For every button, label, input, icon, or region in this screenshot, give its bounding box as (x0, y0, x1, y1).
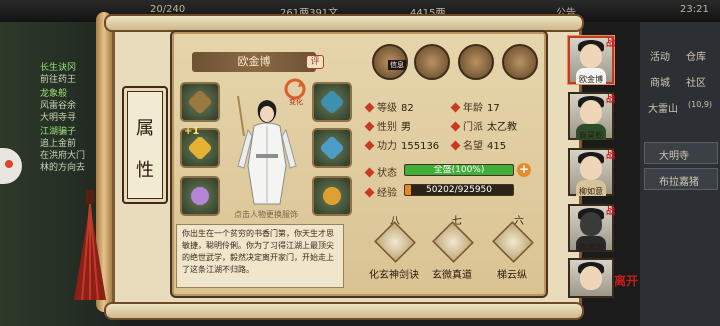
stat-value: 17 (487, 103, 500, 114)
quest-item[interactable]: 前往药王 (40, 72, 76, 85)
bullet-icon (450, 121, 461, 132)
clock: 23:21 (680, 4, 709, 15)
stat-fame: 名望 415 (450, 137, 507, 152)
restore-status-button[interactable]: + (517, 163, 531, 177)
stat-status-label: 状态 (364, 164, 397, 179)
roster-name: 陶渊浚 (579, 243, 603, 252)
character-name: 欧金博 (192, 52, 316, 72)
equip-slot-helmet[interactable] (312, 82, 352, 122)
side-button-label: 布拉嘉猪 (659, 177, 699, 188)
bullet-icon (450, 140, 461, 151)
menu-activity[interactable]: 活动 (650, 48, 670, 63)
scroll-bottom-edge (104, 302, 584, 320)
roster-name: 欧金博 (579, 75, 603, 84)
character-bio: 你出生在一个贫穷的书香门第，你天生才思敏捷，聪明伶俐。你为了习得江湖上最顶尖的绝… (176, 224, 344, 288)
roster-name: 商昊乾 (579, 131, 603, 140)
roster-portrait[interactable] (568, 258, 614, 298)
side-button-label: 大明寺 (659, 151, 689, 162)
stat-label: 等级 (377, 103, 397, 114)
menu-warehouse[interactable]: 仓库 (686, 48, 706, 63)
sword-icon (187, 135, 213, 161)
exp-bar-text: 50202/925950 (425, 185, 493, 195)
menu-row: 活动 仓库 (644, 44, 718, 66)
armor-icon (319, 135, 345, 161)
attributes-tab[interactable]: 属 性 (122, 86, 168, 204)
stat-label: 状态 (377, 168, 397, 179)
location-row: 大雷山 (10,9) (644, 96, 718, 118)
meridian-figure-icon[interactable] (502, 44, 538, 80)
bullet-icon (364, 121, 375, 132)
message-label: 信息 (388, 60, 406, 70)
skill-name: 梯云纵 (497, 270, 527, 281)
skill-name: 化玄神剑诀 (369, 270, 419, 281)
menu-community[interactable]: 社区 (686, 74, 706, 89)
battle-badge: 战 (605, 151, 615, 161)
menu-row: 商城 社区 (644, 70, 718, 92)
roster-name: 柳如意 (579, 187, 603, 196)
stat-label: 性别 (377, 122, 397, 133)
ring-icon (187, 183, 213, 209)
battle-badge: 战 (605, 95, 615, 105)
equip-slot-armor[interactable] (312, 128, 352, 168)
menu-shop[interactable]: 商城 (650, 74, 670, 89)
evaluate-button[interactable]: 评 (306, 55, 324, 69)
location-coords: (10,9) (688, 100, 713, 109)
face (580, 212, 602, 236)
bullet-icon (364, 102, 375, 113)
stat-value: 男 (401, 122, 411, 133)
side-button-pig[interactable]: 布拉嘉猪 (644, 168, 718, 190)
bullet-icon (364, 140, 375, 151)
change-outfit-hint: 点击人物更换服饰 (234, 210, 298, 219)
scroll-book-icon[interactable] (414, 44, 450, 80)
stat-label: 经验 (377, 188, 397, 199)
taiji-icon[interactable] (458, 44, 494, 80)
gloves-icon (187, 89, 213, 115)
battle-badge: 战 (605, 207, 615, 217)
status-bar: 全盛(100%) (404, 164, 514, 176)
right-menu-panel: 活动 仓库 商城 社区 大雷山 (10,9) 大明寺 布拉嘉猪 (640, 22, 720, 326)
face (580, 100, 602, 124)
stat-power: 功力 155136 (364, 137, 440, 152)
equip-slot-amulet[interactable] (312, 176, 352, 216)
face (580, 44, 602, 68)
stat-label: 名望 (463, 141, 483, 152)
stat-value: 155136 (401, 141, 440, 152)
status-bar-text: 全盛(100%) (433, 165, 485, 175)
tab-char: 属 (136, 118, 154, 139)
face (580, 156, 602, 180)
equip-slot-gloves[interactable] (180, 82, 220, 122)
tassel-decoration (74, 190, 106, 300)
character-figure[interactable] (234, 96, 300, 208)
exp-bar: 50202/925950 (404, 184, 514, 196)
equip-slot-ring[interactable] (180, 176, 220, 216)
bullet-icon (364, 187, 375, 198)
leave-button[interactable]: 离开 (614, 272, 638, 289)
bullet-icon (450, 102, 461, 113)
quest-item[interactable]: 林的方向去 (40, 160, 85, 173)
skill-name: 玄微真道 (432, 270, 472, 281)
location-name: 大雷山 (648, 104, 678, 115)
stat-value: 415 (487, 141, 507, 152)
stat-exp-label: 经验 (364, 184, 397, 199)
face (580, 266, 602, 290)
helmet-icon (319, 89, 345, 115)
battle-badge: 战 (605, 39, 615, 49)
stat-value: 太乙教 (487, 122, 517, 133)
stat-label: 功力 (377, 141, 397, 152)
amulet-icon (319, 183, 345, 209)
stat-age: 年龄 17 (450, 99, 500, 114)
tab-char: 性 (136, 160, 154, 181)
stat-label: 年龄 (463, 103, 483, 114)
upgrade-mark: +1 (184, 126, 200, 137)
stat-level: 等级 82 (364, 99, 414, 114)
stat-sect: 门派 太乙教 (450, 118, 517, 133)
stat-value: 82 (401, 103, 414, 114)
equip-slot-weapon[interactable]: +1 (180, 126, 220, 168)
quest-item[interactable]: 大明寺寻 (40, 110, 76, 123)
side-button-temple[interactable]: 大明寺 (644, 142, 718, 164)
bullet-icon (364, 167, 375, 178)
stat-gender: 性别男 (364, 118, 411, 133)
stat-label: 门派 (463, 122, 483, 133)
